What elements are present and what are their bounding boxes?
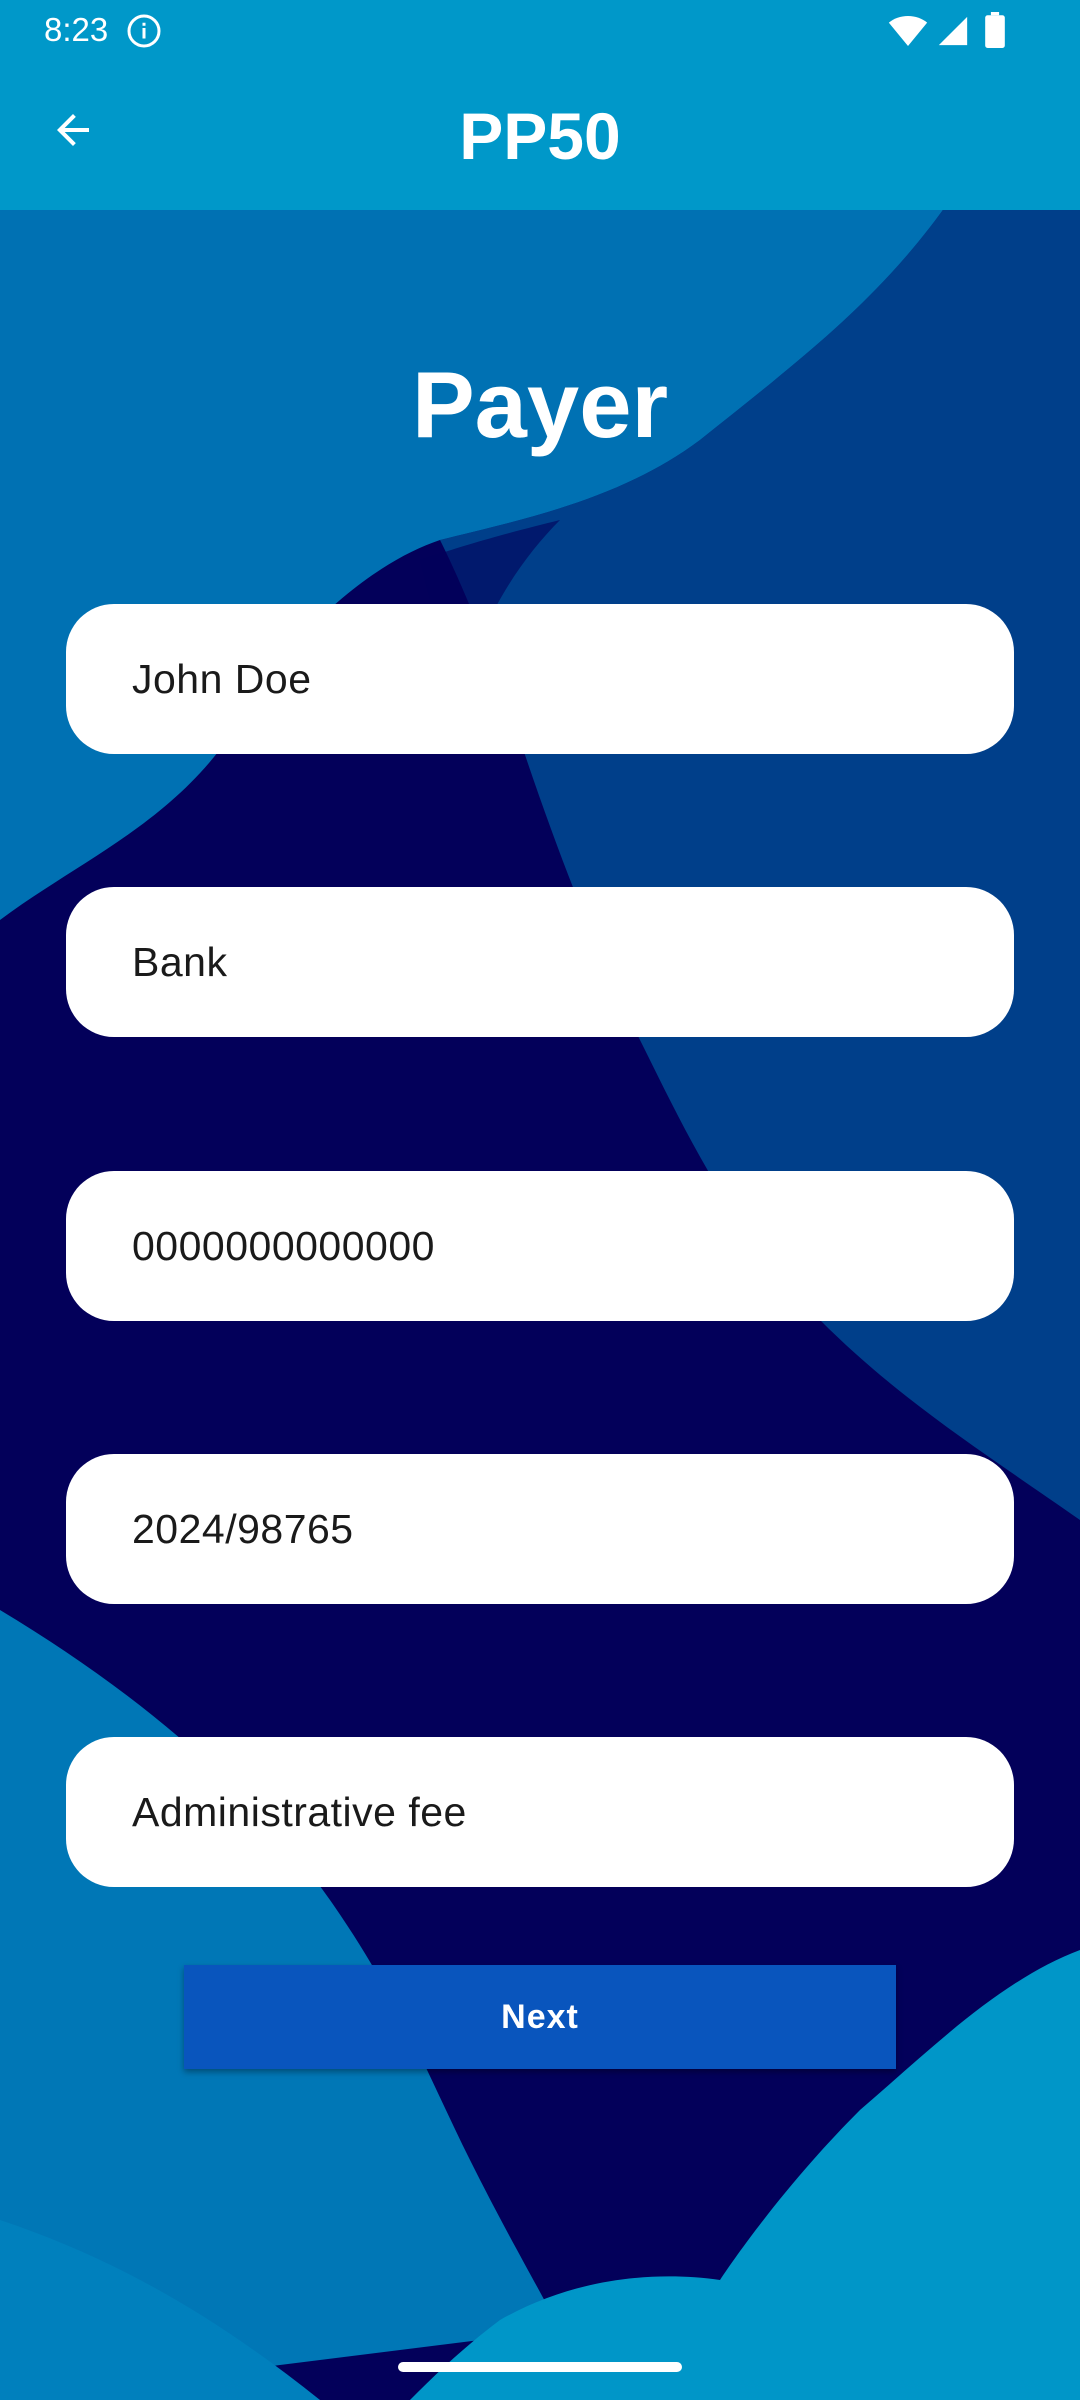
signal-icon [938,16,968,46]
home-indicator[interactable] [398,2362,682,2372]
wifi-icon [888,16,928,46]
status-bar: 8:23 [0,0,1080,62]
bank-field[interactable] [66,887,1014,1037]
page-title: Payer [411,352,669,457]
bank-input[interactable] [132,887,972,1037]
reference-field[interactable] [66,1454,1014,1604]
payer-name-input[interactable] [132,604,972,754]
info-icon [127,14,161,48]
account-number-field[interactable] [66,1171,1014,1321]
battery-icon [985,12,1005,48]
app-title: PP50 [459,99,621,173]
status-time: 8:23 [44,11,109,48]
reference-input[interactable] [132,1454,972,1604]
next-button[interactable]: Next [184,1965,896,2069]
account-number-input[interactable] [132,1171,972,1321]
arrow-left-icon [57,114,89,146]
purpose-field[interactable] [66,1737,1014,1887]
app-bar: PP50 [0,62,1080,210]
payer-name-field[interactable] [66,604,1014,754]
back-button[interactable] [30,100,116,160]
purpose-input[interactable] [132,1737,972,1887]
